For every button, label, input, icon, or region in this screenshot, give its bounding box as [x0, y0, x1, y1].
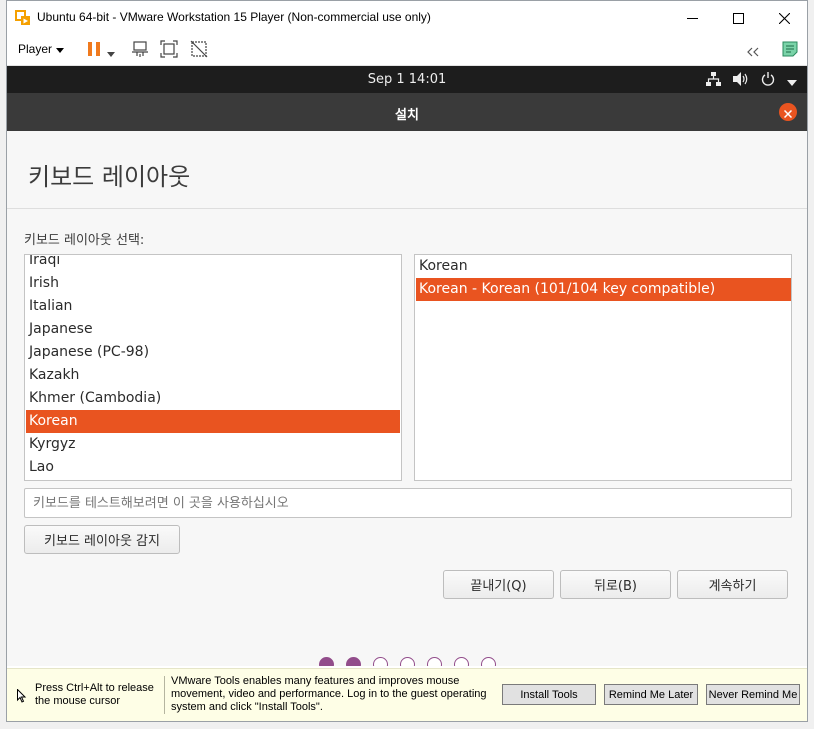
- window-title: Ubuntu 64-bit - VMware Workstation 15 Pl…: [37, 10, 431, 24]
- close-icon: [783, 103, 793, 122]
- back-button[interactable]: 뒤로(B): [560, 570, 671, 599]
- layout-select-label: 키보드 레이아웃 선택:: [24, 233, 145, 248]
- vmware-window: Ubuntu 64-bit - VMware Workstation 15 Pl…: [6, 0, 808, 722]
- progress-dot: [454, 657, 469, 666]
- layout-list-item[interactable]: Japanese (PC-98): [26, 341, 400, 364]
- progress-dot: [427, 657, 442, 666]
- progress-dot: [400, 657, 415, 666]
- send-ctrl-alt-del-icon: [131, 40, 149, 62]
- progress-dot-completed: [319, 657, 334, 666]
- minimize-icon: [686, 13, 698, 24]
- fit-guest-icon: [160, 40, 178, 62]
- maximize-button[interactable]: [715, 1, 761, 35]
- ubuntu-top-bar: Sep 1 14:01: [7, 66, 807, 93]
- player-menu-label: Player: [18, 42, 53, 56]
- variant-list-item-selected[interactable]: Korean - Korean (101/104 key compatible): [416, 278, 791, 301]
- collapse-toolbar-button[interactable]: [743, 41, 763, 61]
- install-tools-button[interactable]: Install Tools: [502, 684, 596, 705]
- page-title: 키보드 레이아웃: [28, 163, 191, 191]
- continue-button[interactable]: 계속하기: [677, 570, 788, 599]
- progress-dots: [319, 657, 496, 666]
- progress-dot: [481, 657, 496, 666]
- installer-content: 키보드 레이아웃 키보드 레이아웃 선택: Iraqi Irish Italia…: [7, 131, 807, 666]
- vmware-tools-notification: Press Ctrl+Alt to release the mouse curs…: [7, 668, 807, 721]
- layout-list-item[interactable]: Italian: [26, 295, 400, 318]
- variant-list[interactable]: Korean Korean - Korean (101/104 key comp…: [414, 254, 792, 481]
- fit-guest-button[interactable]: [159, 40, 179, 62]
- guest-display[interactable]: Sep 1 14:01 설치 키보드 레이아웃 키보드 레이아웃 선택: Ira…: [7, 66, 807, 666]
- pause-button[interactable]: [84, 41, 104, 61]
- pause-icon: [87, 41, 101, 61]
- layout-list-item-selected[interactable]: Korean: [26, 410, 400, 433]
- pause-dropdown-button[interactable]: [105, 41, 117, 61]
- installer-close-button[interactable]: [779, 103, 797, 121]
- dropdown-arrow-icon: [107, 42, 115, 61]
- variant-list-item[interactable]: Korean: [416, 255, 791, 278]
- layout-list-item[interactable]: Irish: [26, 272, 400, 295]
- send-ctrl-alt-del-button[interactable]: [130, 41, 150, 61]
- progress-dot: [373, 657, 388, 666]
- vmware-toolbar: Player: [7, 35, 807, 66]
- volume-icon: [733, 71, 749, 90]
- layout-list-item[interactable]: Kazakh: [26, 364, 400, 387]
- installer-header-bar: 설치: [7, 93, 807, 131]
- remind-later-button[interactable]: Remind Me Later: [604, 684, 698, 705]
- menu-arrow-icon: [787, 71, 797, 90]
- vm-notes-button[interactable]: [780, 41, 800, 61]
- detect-layout-button[interactable]: 키보드 레이아웃 감지: [24, 525, 180, 554]
- clock[interactable]: Sep 1 14:01: [7, 72, 807, 87]
- close-window-button[interactable]: [761, 1, 807, 35]
- collapse-icon: [746, 42, 760, 61]
- mouse-cursor-icon: [17, 688, 27, 706]
- layout-list-item[interactable]: Kyrgyz: [26, 433, 400, 456]
- player-menu[interactable]: Player: [18, 42, 65, 56]
- quit-button[interactable]: 끝내기(Q): [443, 570, 554, 599]
- divider: [164, 676, 165, 714]
- progress-dot-completed: [346, 657, 361, 666]
- layout-list[interactable]: Iraqi Irish Italian Japanese Japanese (P…: [24, 254, 402, 481]
- vm-notes-icon: [781, 40, 799, 62]
- layout-list-item[interactable]: Iraqi: [26, 255, 400, 272]
- never-remind-button[interactable]: Never Remind Me: [706, 684, 800, 705]
- unity-mode-button[interactable]: [189, 40, 209, 62]
- network-icon: [706, 71, 721, 90]
- chevron-down-icon: [56, 42, 65, 56]
- keyboard-test-input[interactable]: [24, 488, 792, 518]
- layout-list-item[interactable]: Japanese: [26, 318, 400, 341]
- vmware-tools-message: VMware Tools enables many features and i…: [171, 675, 487, 713]
- title-bar: Ubuntu 64-bit - VMware Workstation 15 Pl…: [7, 1, 807, 35]
- release-mouse-text: Press Ctrl+Alt to release the mouse curs…: [35, 682, 154, 707]
- installer-title: 설치: [395, 108, 419, 123]
- maximize-icon: [732, 12, 744, 24]
- power-icon: [761, 71, 775, 90]
- minimize-button[interactable]: [669, 1, 715, 35]
- divider: [7, 208, 807, 209]
- layout-list-item[interactable]: Lao: [26, 456, 400, 479]
- close-icon: [778, 12, 790, 24]
- vmware-player-icon: [15, 10, 31, 26]
- unity-mode-icon: [190, 40, 208, 62]
- system-tray[interactable]: [706, 71, 797, 90]
- layout-list-item[interactable]: Khmer (Cambodia): [26, 387, 400, 410]
